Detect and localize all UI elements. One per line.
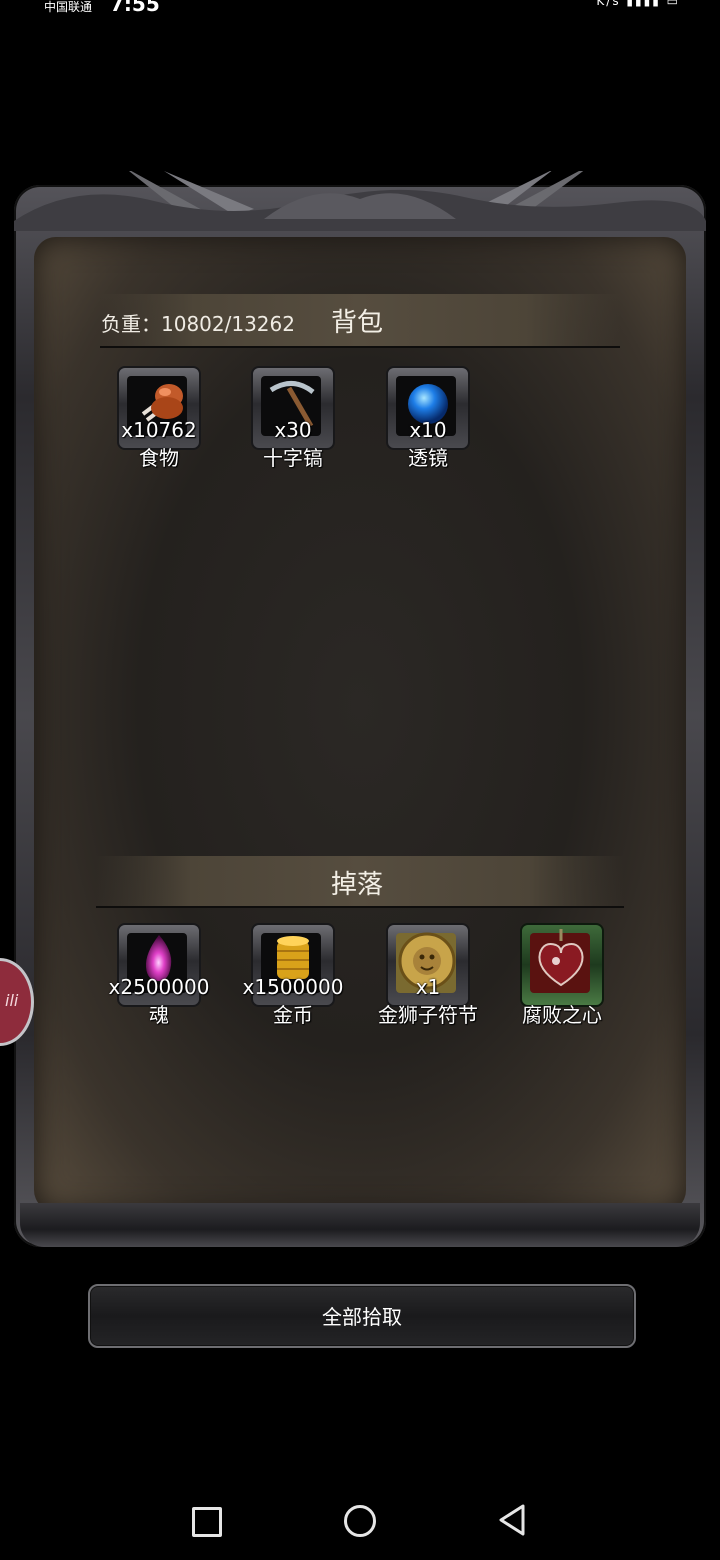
bag-item-lens[interactable]: x10 透镜 <box>386 366 470 470</box>
bag-item-pickaxe[interactable]: x30 十字镐 <box>251 366 335 470</box>
bag-header-divider <box>100 346 620 348</box>
home-button[interactable] <box>344 1505 376 1537</box>
back-button[interactable] <box>497 1503 529 1537</box>
item-name: 透镜 <box>408 446 448 470</box>
signal-icon: ▮▮▮▮ <box>626 0 661 8</box>
drop-item-golden-lion-token[interactable]: x1 金狮子符节 <box>378 923 478 1027</box>
bag-title: 背包 <box>331 308 384 338</box>
drop-item-soul[interactable]: x2500000 魂 <box>109 923 209 1027</box>
network-speed-label: K/s <box>596 0 621 8</box>
item-quantity: x10 <box>409 418 447 442</box>
drop-item-gold[interactable]: x1500000 金币 <box>243 923 343 1027</box>
weight-label: 负重：10802/13262 <box>101 312 295 336</box>
corrupted-heart-icon <box>538 929 584 987</box>
item-name: 腐败之心 <box>522 1003 602 1027</box>
carrier-label: 中国联通 <box>44 0 93 14</box>
floating-bubble-label: ili <box>5 991 19 1010</box>
system-navigation-bar <box>0 1480 720 1560</box>
pickup-all-button[interactable]: 全部拾取 <box>88 1284 636 1348</box>
drop-header-divider <box>96 906 624 908</box>
frame-bottom-ornament <box>20 1203 700 1247</box>
dragon-frame-ornament <box>14 171 706 231</box>
drop-item-corrupted-heart[interactable]: 腐败之心 <box>520 923 604 1027</box>
recent-apps-button[interactable] <box>192 1507 222 1537</box>
pickup-all-label: 全部拾取 <box>322 1305 402 1329</box>
bag-item-food[interactable]: x10762 食物 <box>117 366 201 470</box>
status-indicators: K/s ▮▮▮▮ ▭ <box>596 0 680 8</box>
status-bar: 中国联通 7:55 K/s ▮▮▮▮ ▭ <box>0 0 720 16</box>
item-quantity: x1 <box>415 975 441 999</box>
drop-title: 掉落 <box>331 870 384 900</box>
battery-icon: ▭ <box>666 0 680 8</box>
clock: 7:55 <box>110 0 160 16</box>
